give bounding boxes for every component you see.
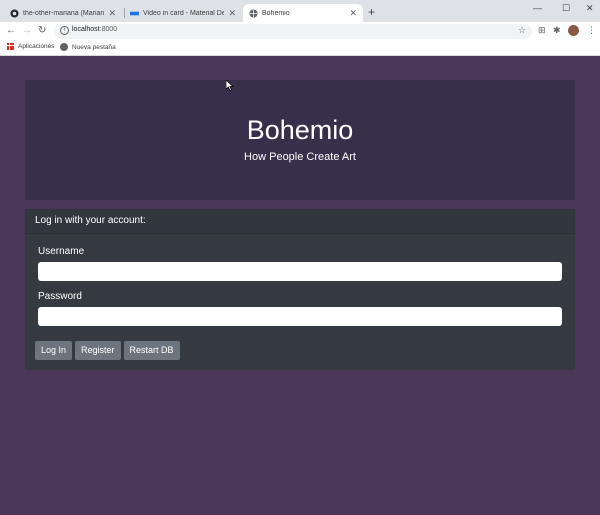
more-menu-icon[interactable]: ⋮ [587, 25, 596, 36]
maximize-icon[interactable]: ☐ [562, 3, 570, 14]
close-icon[interactable]: ✕ [108, 8, 116, 19]
new-tab-button[interactable]: + [368, 5, 375, 19]
tab-title: Video in card - Material Design f [143, 9, 225, 17]
bookmarks-bar: Aplicaciones Nueva pestaña [0, 40, 600, 56]
url-port: :8000 [99, 26, 118, 33]
browser-toolbar: ← → ↻ i localhost:8000 ☆ ⊞ ✱ ⋮ [0, 22, 600, 40]
tab-title: the-other-mariana (Mariana Ávil [23, 9, 105, 17]
username-label: Username [38, 246, 85, 257]
apps-grid-icon [7, 43, 14, 50]
browser-tab-strip: the-other-mariana (Mariana Ávil ✕ Video … [0, 0, 600, 22]
avatar[interactable] [568, 25, 579, 36]
url-host: localhost [72, 26, 100, 33]
tab-github[interactable]: the-other-mariana (Mariana Ávil ✕ [4, 4, 122, 22]
tab-bohemio[interactable]: Bohemio ✕ [243, 4, 363, 22]
username-input[interactable] [38, 262, 562, 281]
back-icon[interactable]: ← [6, 24, 16, 38]
mouse-cursor-icon [226, 80, 234, 91]
login-form: Username Password [25, 234, 575, 332]
site-title: Bohemio [246, 115, 354, 145]
login-card: Log in with your account: Username Passw… [25, 209, 575, 370]
bookmark-star-icon[interactable]: ☆ [518, 25, 526, 36]
bookmark-new-tab[interactable]: Nueva pestaña [60, 43, 116, 51]
info-icon[interactable]: i [60, 26, 69, 35]
globe-icon [249, 8, 258, 18]
hero-banner: Bohemio How People Create Art [25, 80, 575, 200]
bookmark-label: Nueva pestaña [72, 43, 116, 51]
window-close-icon[interactable]: ✕ [586, 3, 594, 14]
github-icon [10, 8, 19, 18]
puzzle-icon[interactable]: ✱ [553, 25, 561, 36]
minimize-icon[interactable]: — [533, 3, 542, 13]
address-bar[interactable]: i localhost:8000 ☆ [54, 24, 532, 39]
restart-db-button[interactable]: Restart DB [123, 341, 180, 360]
globe-icon [60, 43, 68, 51]
address-url: localhost:8000 [72, 26, 117, 33]
register-button[interactable]: Register [75, 341, 121, 360]
login-card-header: Log in with your account: [25, 209, 575, 234]
password-label: Password [38, 291, 82, 302]
forward-icon[interactable]: → [22, 24, 32, 38]
close-icon[interactable]: ✕ [349, 8, 357, 19]
login-actions: Log In Register Restart DB [35, 341, 180, 360]
tab-title: Bohemio [262, 9, 290, 17]
site-subtitle: How People Create Art [244, 151, 356, 163]
tab-material-design[interactable]: Video in card - Material Design f ✕ [124, 4, 242, 22]
page-content: Bohemio How People Create Art Log in wit… [0, 56, 600, 515]
bookmark-apps[interactable]: Aplicaciones [7, 43, 55, 50]
extension-grid-icon[interactable]: ⊞ [538, 25, 546, 36]
bookmark-label: Aplicaciones [18, 43, 55, 50]
close-icon[interactable]: ✕ [228, 8, 236, 19]
password-input[interactable] [38, 307, 562, 326]
material-icon [130, 9, 139, 18]
reload-icon[interactable]: ↻ [38, 24, 46, 38]
login-button[interactable]: Log In [35, 341, 73, 360]
